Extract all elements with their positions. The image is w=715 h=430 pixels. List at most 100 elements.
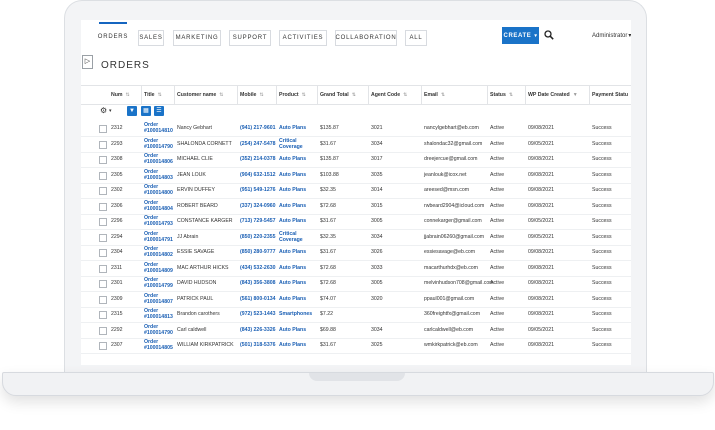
col-product[interactable]: Product ⇅ [279,86,306,104]
product-link[interactable]: Auto Plans [279,323,306,338]
row-checkbox[interactable] [99,125,107,133]
order-title-link[interactable]: Order #100014804 [144,200,173,215]
cell-mobile[interactable]: (561) 800-0134 [240,292,275,307]
order-title-link[interactable]: Order #100014806 [144,153,173,168]
product-link[interactable]: Auto Plans [279,121,306,136]
table-row[interactable]: Order #100014813 Smartphones 2315 Brandon ca… [81,307,631,323]
product-link[interactable]: Auto Plans [279,292,306,307]
filter-icon[interactable]: ▼ [127,106,137,116]
cell-mobile[interactable]: (951) 549-1276 [240,183,275,198]
table-row[interactable]: Order #100014807 Auto Plans 2309 PATRICK PAU… [81,292,631,308]
columns-icon[interactable]: ▦ [141,106,151,116]
order-title-link[interactable]: Order #100014799 [144,277,173,292]
col-title[interactable]: Title ⇅ [144,86,162,104]
product-link[interactable]: Smartphones [279,307,312,322]
order-title-link[interactable]: Order #100014793 [144,215,173,230]
cell-mobile[interactable]: (254) 247-5478 [240,137,275,152]
table-row[interactable]: Order #100014804 Auto Plans 2306 ROBERT BEAR… [81,199,631,215]
product-link[interactable]: Critical Coverage [279,231,303,246]
order-title-link[interactable]: Order #100014791 [144,231,173,246]
col-customer-name[interactable]: Customer name ⇅ [177,86,223,104]
row-checkbox[interactable] [99,326,107,335]
table-row[interactable]: Order #100014800 Auto Plans 2302 ERVIN DUFFE… [81,183,631,199]
order-title-link[interactable]: Order #100014802 [144,246,173,261]
row-checkbox[interactable] [99,249,107,257]
col-mobile[interactable]: Mobile ⇅ [240,86,264,104]
col-email[interactable]: Email ⇅ [424,86,445,104]
table-row[interactable]: Order #100014809 Auto Plans 2311 MAC ARTHUR … [81,261,631,277]
tab-activities[interactable]: ACTIVITIES [279,30,327,46]
col-payment-status[interactable]: Payment Statu [592,86,628,104]
order-title-link[interactable]: Order #100014803 [144,169,173,184]
table-row[interactable]: Order #100014810 Auto Plans 2312 Nancy Gebha… [81,121,631,137]
product-link[interactable]: Auto Plans [279,183,306,198]
search-icon[interactable] [544,30,554,40]
order-title-link[interactable]: Order #100014790 [144,324,173,339]
cell-mobile[interactable]: (904) 632-1512 [240,168,275,183]
col-grand-total[interactable]: Grand Total ⇅ [320,86,356,104]
table-row[interactable]: Order #100014791 Critical Coverage 2294 JJ Ab… [81,230,631,246]
cell-mobile[interactable]: (434) 532-2630 [240,261,275,276]
order-title-link[interactable]: Order #100014813 [144,308,173,323]
chevron-down-icon[interactable]: ▾ [109,108,112,114]
cell-mobile[interactable]: (713) 729-5457 [240,214,275,229]
order-title-link[interactable]: Order #100014807 [144,293,173,308]
order-title-link[interactable]: Order #100014810 [144,122,173,137]
row-checkbox[interactable] [99,233,107,242]
order-title-link[interactable]: Order #100014790 [144,138,173,153]
table-row[interactable]: Order #100014803 Auto Plans 2305 JEAN LOUK (9… [81,168,631,184]
row-checkbox[interactable] [99,218,107,226]
tab-sales[interactable]: SALES [138,30,164,46]
order-title-link[interactable]: Order #100014805 [144,339,173,354]
create-button[interactable]: CREATE ▾ [502,27,539,44]
table-row[interactable]: Order #100014799 Auto Plans 2301 DAVID HUDSO… [81,276,631,292]
table-row[interactable]: Order #100014790 Critical Coverage 2293 SHALO… [81,137,631,153]
cell-mobile[interactable]: (850) 280-9777 [240,245,275,260]
product-link[interactable]: Auto Plans [279,214,306,229]
order-title-link[interactable]: Order #100014800 [144,184,173,199]
table-row[interactable]: Order #100014793 Auto Plans 2296 CONSTANCE K… [81,214,631,230]
product-link[interactable]: Auto Plans [279,199,306,214]
row-checkbox[interactable] [99,202,107,211]
tab-all[interactable]: ALL [405,30,427,46]
gear-icon[interactable]: ⚙ [100,106,107,115]
order-title-link[interactable]: Order #100014809 [144,262,173,277]
row-checkbox[interactable] [99,264,107,273]
product-link[interactable]: Auto Plans [279,261,306,276]
row-checkbox[interactable] [99,342,107,350]
table-row[interactable]: Order #100014790 Auto Plans 2292 Carl caldwe… [81,323,631,339]
product-link[interactable]: Auto Plans [279,276,306,291]
table-row[interactable]: Order #100014805 Auto Plans 2307 WILLIAM KIR… [81,338,631,354]
product-link[interactable]: Auto Plans [279,168,306,183]
col-agent-code[interactable]: Agent Code ⇅ [371,86,407,104]
table-row[interactable]: Order #100014806 Auto Plans 2308 MICHAEL CLI… [81,152,631,168]
row-checkbox[interactable] [99,156,107,164]
user-menu[interactable]: Administrator▾ [592,32,631,39]
list-view-icon[interactable]: ☰ [154,106,164,116]
col-wp-date-created[interactable]: WP Date Created ▼ [528,86,578,104]
row-checkbox[interactable] [99,280,107,288]
cell-mobile[interactable]: (850) 220-2355 [240,230,275,245]
product-link[interactable]: Auto Plans [279,338,306,353]
row-checkbox[interactable] [99,295,107,304]
tab-collaboration[interactable]: COLLABORATION [335,30,397,46]
product-link[interactable]: Auto Plans [279,245,306,260]
cell-mobile[interactable]: (501) 318-5376 [240,338,275,353]
row-checkbox[interactable] [99,171,107,180]
col-status[interactable]: Status ⇅ [490,86,513,104]
tab-marketing[interactable]: MARKETING [173,30,221,46]
cell-mobile[interactable]: (972) 523-1443 [240,307,275,322]
cell-mobile[interactable]: (843) 356-3808 [240,276,275,291]
product-link[interactable]: Auto Plans [279,152,306,167]
cell-mobile[interactable]: (941) 217-9601 [240,121,275,136]
sidebar-toggle-button[interactable]: ▷ [82,55,93,69]
col-num[interactable]: Num ⇅ [111,86,130,104]
row-checkbox[interactable] [99,140,107,149]
cell-mobile[interactable]: (337) 324-0960 [240,199,275,214]
product-link[interactable]: Critical Coverage [279,138,303,153]
tab-orders[interactable]: ORDERS [98,22,127,45]
row-checkbox[interactable] [99,187,107,195]
tab-support[interactable]: SUPPORT [229,30,271,46]
cell-mobile[interactable]: (843) 226-3326 [240,323,275,338]
row-checkbox[interactable] [99,311,107,319]
